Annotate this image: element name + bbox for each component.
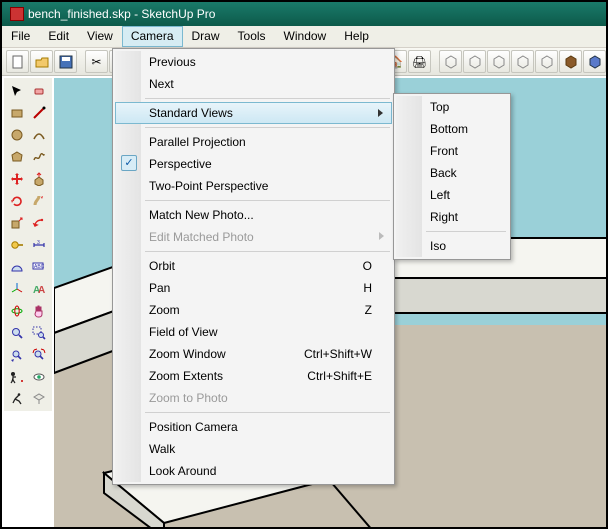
title-bar: bench_finished.skp - SketchUp Pro	[2, 2, 606, 26]
tb-view-back[interactable]	[535, 50, 558, 73]
menu-window[interactable]: Window	[275, 26, 336, 47]
tool-lookaround[interactable]	[28, 366, 49, 387]
separator	[145, 98, 390, 99]
menu-help[interactable]: Help	[335, 26, 378, 47]
separator	[145, 127, 390, 128]
menu-view[interactable]: View	[78, 26, 122, 47]
view-left[interactable]: Left	[396, 184, 508, 206]
tool-position-camera[interactable]	[6, 366, 27, 387]
tool-eraser[interactable]	[28, 80, 49, 101]
tool-pan[interactable]	[28, 300, 49, 321]
tb-view-front[interactable]	[487, 50, 510, 73]
separator	[145, 200, 390, 201]
svg-text:A: A	[38, 285, 45, 296]
tool-walk[interactable]	[6, 388, 27, 409]
camera-perspective[interactable]: ✓Perspective	[115, 153, 392, 175]
camera-walk[interactable]: Walk	[115, 438, 392, 460]
camera-parallel[interactable]: Parallel Projection	[115, 131, 392, 153]
camera-position-camera[interactable]: Position Camera	[115, 416, 392, 438]
camera-zoom-window[interactable]: Zoom WindowCtrl+Shift+W	[115, 343, 392, 365]
standard-views-submenu: Top Bottom Front Back Left Right Iso	[393, 93, 511, 260]
tool-section[interactable]	[28, 388, 49, 409]
tool-select[interactable]	[6, 80, 27, 101]
tb-view-iso[interactable]	[439, 50, 462, 73]
tool-dimension[interactable]: 3	[28, 234, 49, 255]
camera-dropdown: Previous Next Standard Views Parallel Pr…	[112, 48, 395, 485]
svg-text:3: 3	[37, 240, 40, 246]
tb-view-top[interactable]	[463, 50, 486, 73]
svg-text:ABC: ABC	[34, 264, 45, 270]
camera-standard-views[interactable]: Standard Views	[115, 102, 392, 124]
camera-previous[interactable]: Previous	[115, 51, 392, 73]
tool-palette: 3 ABC AA	[4, 78, 52, 411]
camera-orbit[interactable]: OrbitO	[115, 255, 392, 277]
tool-rotate[interactable]	[6, 190, 27, 211]
camera-next[interactable]: Next	[115, 73, 392, 95]
window-title: bench_finished.skp - SketchUp Pro	[28, 2, 215, 26]
tool-followme[interactable]	[28, 190, 49, 211]
view-iso[interactable]: Iso	[396, 235, 508, 257]
tool-rectangle[interactable]	[6, 102, 27, 123]
tool-freehand[interactable]	[28, 146, 49, 167]
view-right[interactable]: Right	[396, 206, 508, 228]
menu-file[interactable]: File	[2, 26, 39, 47]
submenu-arrow-icon	[379, 232, 384, 240]
tool-orbit[interactable]	[6, 300, 27, 321]
tb-view-right[interactable]	[511, 50, 534, 73]
menu-camera[interactable]: Camera	[122, 26, 183, 47]
camera-zoom[interactable]: ZoomZ	[115, 299, 392, 321]
tool-protractor[interactable]	[6, 256, 27, 277]
camera-edit-matched-photo: Edit Matched Photo	[115, 226, 392, 248]
tb-print[interactable]: 🖨	[408, 50, 431, 73]
view-front[interactable]: Front	[396, 140, 508, 162]
tool-arc[interactable]	[28, 124, 49, 145]
camera-fov[interactable]: Field of View	[115, 321, 392, 343]
camera-zoom-to-photo: Zoom to Photo	[115, 387, 392, 409]
menu-bar: File Edit View Camera Draw Tools Window …	[2, 26, 606, 48]
tool-pushpull[interactable]	[28, 168, 49, 189]
tool-circle[interactable]	[6, 124, 27, 145]
tool-move[interactable]	[6, 168, 27, 189]
menu-draw[interactable]: Draw	[183, 26, 229, 47]
separator	[145, 251, 390, 252]
camera-look-around[interactable]: Look Around	[115, 460, 392, 482]
tool-line[interactable]	[28, 102, 49, 123]
menu-tools[interactable]: Tools	[229, 26, 275, 47]
view-bottom[interactable]: Bottom	[396, 118, 508, 140]
tb-view-left[interactable]	[559, 50, 582, 73]
camera-zoom-extents[interactable]: Zoom ExtentsCtrl+Shift+E	[115, 365, 392, 387]
separator	[426, 231, 506, 232]
tool-3dtext[interactable]: AA	[28, 278, 49, 299]
tb-save[interactable]	[54, 50, 77, 73]
tool-offset[interactable]	[28, 212, 49, 233]
tool-prev[interactable]	[6, 344, 27, 365]
view-back[interactable]: Back	[396, 162, 508, 184]
camera-pan[interactable]: PanH	[115, 277, 392, 299]
tool-zoomwindow[interactable]	[28, 322, 49, 343]
tb-new[interactable]	[6, 50, 29, 73]
tool-tape[interactable]	[6, 234, 27, 255]
tool-text[interactable]: ABC	[28, 256, 49, 277]
check-icon: ✓	[121, 155, 137, 171]
camera-match-new-photo[interactable]: Match New Photo...	[115, 204, 392, 226]
view-top[interactable]: Top	[396, 96, 508, 118]
menu-edit[interactable]: Edit	[39, 26, 78, 47]
app-icon	[10, 7, 24, 21]
tool-axes[interactable]	[6, 278, 27, 299]
tool-scale[interactable]	[6, 212, 27, 233]
separator	[145, 412, 390, 413]
tb-view-x[interactable]	[583, 50, 606, 73]
tb-open[interactable]	[30, 50, 53, 73]
tool-zoom[interactable]	[6, 322, 27, 343]
tool-zoomextents[interactable]	[28, 344, 49, 365]
tb-cut[interactable]: ✂	[85, 50, 108, 73]
submenu-arrow-icon	[378, 109, 383, 117]
camera-twopoint[interactable]: Two-Point Perspective	[115, 175, 392, 197]
tool-polygon[interactable]	[6, 146, 27, 167]
